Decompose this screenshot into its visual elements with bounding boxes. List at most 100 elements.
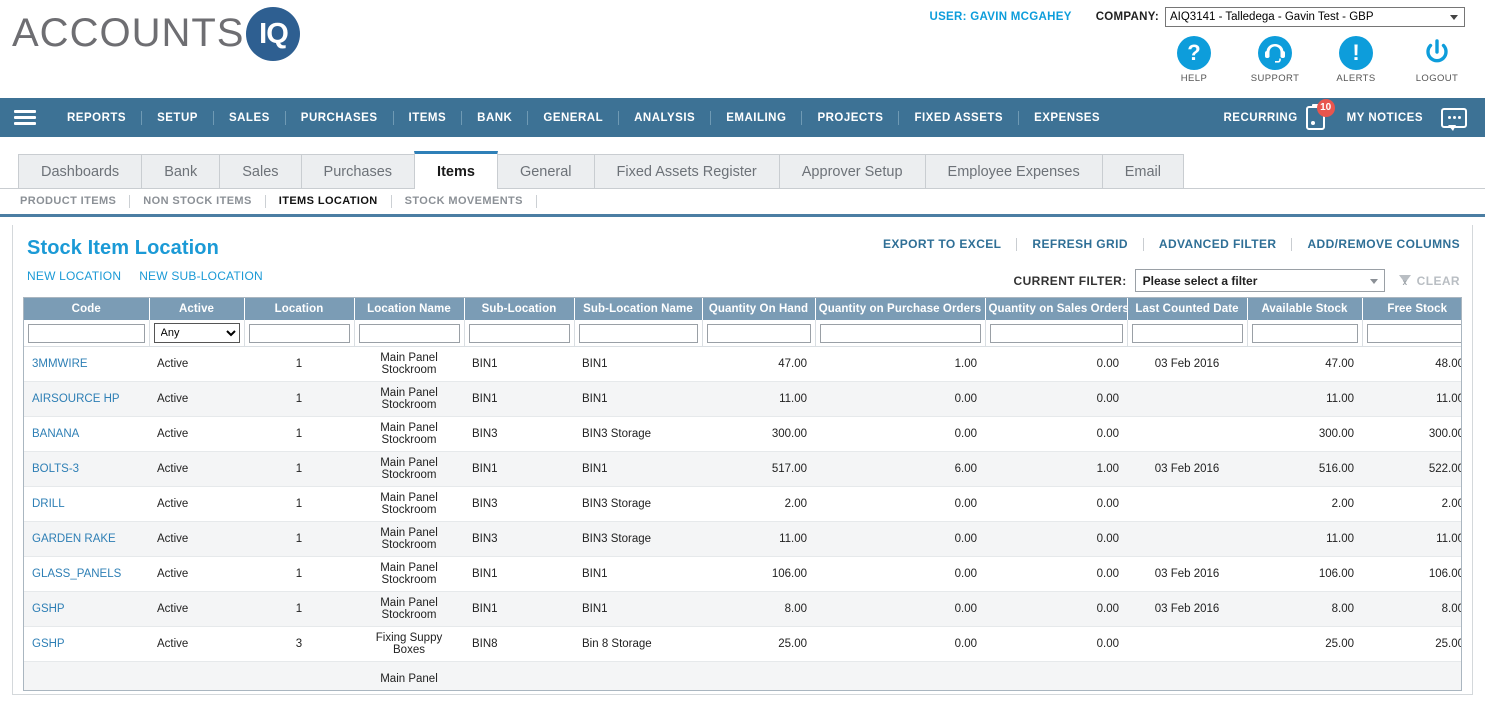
code-link[interactable]: AIRSOURCE HP [32,393,120,405]
support-button[interactable]: SUPPORT [1247,36,1303,84]
table-row[interactable]: GSHP Active 3 Fixing Suppy Boxes BIN8 Bi… [24,626,1461,662]
col-active[interactable]: Active [149,298,245,320]
current-filter-select-wrap[interactable]: Please select a filter [1134,269,1385,292]
code-link[interactable]: 3MMWIRE [32,358,88,370]
tab-fixed-assets-register[interactable]: Fixed Assets Register [593,154,780,188]
filter-input-quantity-on-sales-orders[interactable] [989,323,1123,343]
nav-item-setup[interactable]: SETUP [142,110,214,125]
cell-code: GARDEN RAKE [24,521,149,557]
logout-button[interactable]: LOGOUT [1409,36,1465,84]
nav-item-items[interactable]: ITEMS [394,110,463,125]
code-link[interactable]: GSHP [32,603,65,615]
recurring-count-badge: 10 [1316,98,1335,117]
subnav-product-items[interactable]: PRODUCT ITEMS [20,195,131,208]
table-row[interactable]: 3MMWIRE Active 1 Main Panel Stockroom BI… [24,346,1461,382]
col-quantity-on-hand[interactable]: Quantity On Hand [702,298,816,320]
notices-speech-bubble-icon[interactable] [1441,107,1467,131]
col-available-stock[interactable]: Available Stock [1247,298,1363,320]
filter-cell-location [244,320,355,347]
nav-item-expenses[interactable]: EXPENSES [1019,111,1115,125]
col-sub-location-name[interactable]: Sub-Location Name [574,298,703,320]
tab-bank[interactable]: Bank [141,154,221,188]
cell-last-counted-date [1127,626,1247,662]
hamburger-menu-icon[interactable] [14,110,36,125]
col-last-counted-date[interactable]: Last Counted Date [1127,298,1248,320]
alerts-button[interactable]: ! ALERTS [1328,36,1384,84]
tab-approver-setup[interactable]: Approver Setup [778,154,926,188]
filter-input-sub-location[interactable] [468,323,570,343]
col-quantity-on-purchase-orders[interactable]: Quantity on Purchase Orders [815,298,986,320]
current-filter-select[interactable]: Please select a filter [1134,269,1385,292]
table-row[interactable]: GARDEN RAKE Active 1 Main Panel Stockroo… [24,521,1461,557]
code-link[interactable]: GARDEN RAKE [32,533,116,545]
nav-item-sales[interactable]: SALES [214,110,286,125]
filter-select-active[interactable]: Any [153,323,240,343]
filter-input-location[interactable] [248,323,350,343]
filter-input-location-name[interactable] [358,323,460,343]
tab-general[interactable]: General [496,154,595,188]
subnav-stock-movements[interactable]: STOCK MOVEMENTS [392,195,537,208]
filter-input-last-counted-date[interactable] [1131,323,1243,343]
code-link[interactable]: BANANA [32,428,79,440]
filter-input-available-stock[interactable] [1251,323,1358,343]
col-free-stock[interactable]: Free Stock [1362,298,1461,320]
tab-items[interactable]: Items [414,151,498,189]
nav-item-purchases[interactable]: PURCHASES [286,110,394,125]
nav-item-bank[interactable]: BANK [462,110,529,125]
export-to-excel-link[interactable]: EXPORT TO EXCEL [868,238,1018,251]
col-quantity-on-sales-orders[interactable]: Quantity on Sales Orders [985,298,1128,320]
new-sub-location-link[interactable]: NEW SUB-LOCATION [139,269,263,283]
company-select-wrap[interactable]: AIQ3141 - Talledega - Gavin Test - GBP [1159,7,1465,27]
col-location[interactable]: Location [244,298,355,320]
recurring-label[interactable]: RECURRING [1224,112,1298,124]
nav-item-fixed-assets[interactable]: FIXED ASSETS [899,110,1020,125]
filter-input-sub-location-name[interactable] [578,323,698,343]
cell-free-stock: 11.00 [1362,381,1461,417]
table-row[interactable]: DRILL Active 1 Main Panel Stockroom BIN3… [24,486,1461,522]
filter-input-code[interactable] [28,323,145,343]
nav-item-projects[interactable]: PROJECTS [802,110,900,125]
tab-dashboards[interactable]: Dashboards [18,154,143,188]
tab-sales[interactable]: Sales [219,154,302,188]
advanced-filter-link[interactable]: ADVANCED FILTER [1144,238,1293,251]
filter-input-quantity-on-hand[interactable] [706,323,811,343]
add-remove-columns-link[interactable]: ADD/REMOVE COLUMNS [1292,238,1460,251]
filter-input-quantity-on-purchase-orders[interactable] [819,323,981,343]
col-code[interactable]: Code [24,298,150,320]
table-row[interactable]: Main Panel [24,661,1461,690]
nav-item-emailing[interactable]: EMAILING [711,110,803,125]
new-location-link[interactable]: NEW LOCATION [27,269,121,283]
table-row[interactable]: GSHP Active 1 Main Panel Stockroom BIN1 … [24,591,1461,627]
filter-input-free-stock[interactable] [1366,323,1461,343]
filter-cell-sub-location-name [574,320,703,347]
tab-purchases[interactable]: Purchases [300,154,416,188]
recurring-clipboard-icon[interactable]: 10 [1305,98,1335,130]
tab-email[interactable]: Email [1101,154,1184,188]
code-link[interactable]: DRILL [32,498,65,510]
nav-item-analysis[interactable]: ANALYSIS [619,110,712,125]
subnav-items-location[interactable]: ITEMS LOCATION [266,195,392,208]
cell-code [24,661,149,690]
col-sub-location[interactable]: Sub-Location [464,298,575,320]
my-notices-label[interactable]: MY NOTICES [1347,112,1423,124]
cell-sub-location: BIN1 [464,556,574,592]
nav-item-general[interactable]: GENERAL [528,110,620,125]
col-location-name[interactable]: Location Name [354,298,465,320]
help-button[interactable]: ? HELP [1166,36,1222,84]
table-row[interactable]: AIRSOURCE HP Active 1 Main Panel Stockro… [24,381,1461,417]
cell-quantity-on-purchase-orders [815,661,985,690]
company-select[interactable]: AIQ3141 - Talledega - Gavin Test - GBP [1165,7,1465,27]
nav-item-reports[interactable]: REPORTS [52,110,143,125]
table-row[interactable]: BANANA Active 1 Main Panel Stockroom BIN… [24,416,1461,452]
code-link[interactable]: BOLTS-3 [32,463,79,475]
refresh-grid-link[interactable]: REFRESH GRID [1017,238,1144,251]
clear-filter-button[interactable]: CLEAR [1398,274,1460,288]
cell-last-counted-date: 03 Feb 2016 [1127,556,1247,592]
code-link[interactable]: GSHP [32,638,65,650]
tab-employee-expenses[interactable]: Employee Expenses [924,154,1103,188]
cell-free-stock: 25.00 [1362,626,1461,662]
code-link[interactable]: GLASS_PANELS [32,568,121,580]
table-row[interactable]: BOLTS-3 Active 1 Main Panel Stockroom BI… [24,451,1461,487]
subnav-non-stock-items[interactable]: NON STOCK ITEMS [130,195,266,208]
table-row[interactable]: GLASS_PANELS Active 1 Main Panel Stockro… [24,556,1461,592]
